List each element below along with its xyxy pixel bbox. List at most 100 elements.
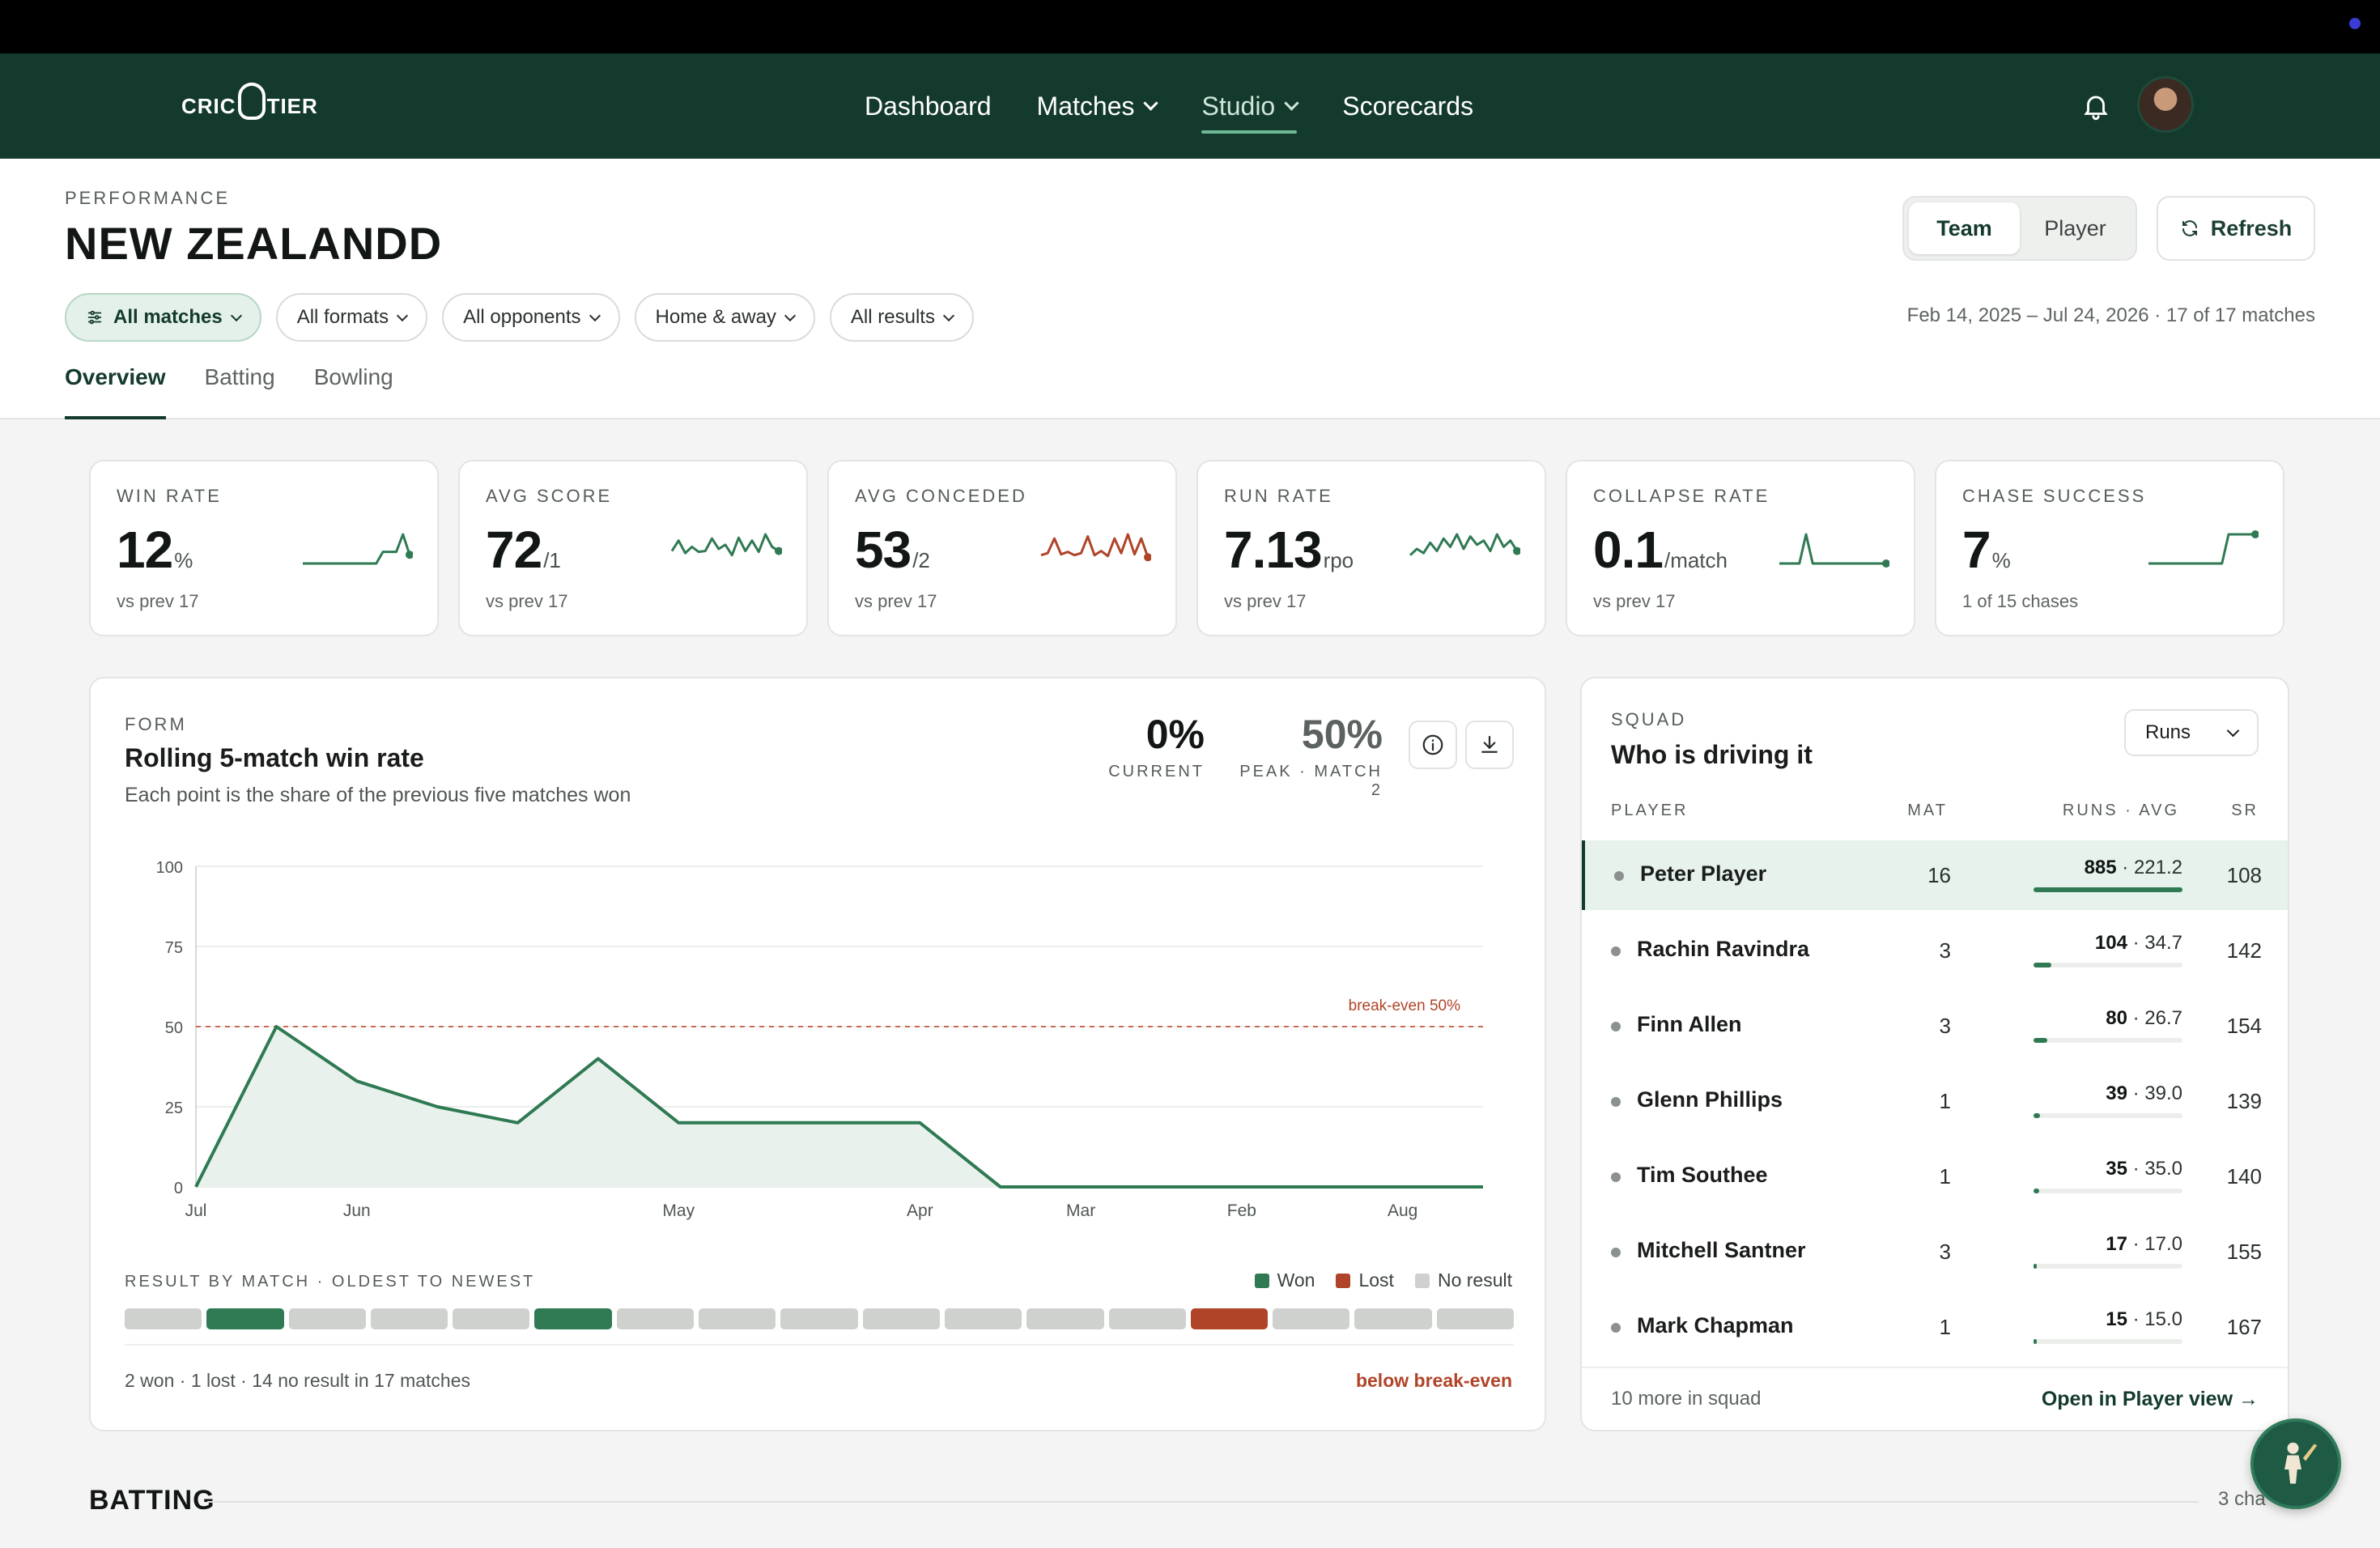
peak-value: 50% [1301,712,1383,757]
nav-dashboard[interactable]: Dashboard [865,82,992,130]
kpi-card: COLLAPSE RATE 0.1/match vs prev 17 [1566,460,1915,636]
result-no-result[interactable] [1436,1308,1515,1329]
assistant-fab[interactable] [2250,1418,2341,1509]
player-matches: 3 [1939,1014,1951,1038]
tab-bar: Overview Batting Bowling [65,361,393,419]
refresh-button[interactable]: Refresh [2157,196,2315,261]
tab-bowling[interactable]: Bowling [314,361,393,419]
col-runs-avg: RUNS · AVG [2062,802,2179,819]
row-bullet [1611,1248,1621,1257]
player-matches: 1 [1939,1164,1951,1189]
filter-opponents[interactable]: All opponents [442,293,620,342]
toggle-team[interactable]: Team [1909,202,2020,254]
kpi-sparkline [2148,530,2259,565]
player-runs: 885 [2084,857,2117,878]
filter-results[interactable]: All results [829,293,974,342]
form-description: Each point is the share of the previous … [125,784,631,806]
legend-lost: Lost [1336,1269,1394,1291]
result-no-result[interactable] [616,1308,695,1329]
result-won[interactable] [206,1308,284,1329]
sparkline-end-point [406,551,413,559]
squad-row[interactable]: Peter Player 16 885 · 221.2 108 [1582,840,2288,910]
result-no-result[interactable] [780,1308,858,1329]
user-avatar[interactable] [2137,76,2194,133]
kpi-unit: /1 [543,548,561,572]
squad-row[interactable]: Rachin Ravindra 3 104 · 34.7 142 [1582,916,2288,985]
nav-matches[interactable]: Matches [1037,82,1159,130]
player-avg: 39.0 [2144,1082,2182,1104]
player-matches: 1 [1939,1315,1951,1339]
squad-title: Who is driving it [1611,740,1813,769]
chevron-down-icon [2226,724,2240,737]
player-runs-avg: 15 · 15.0 [2106,1308,2182,1330]
row-bullet [1611,946,1621,956]
legend-won: Won [1254,1269,1315,1291]
tab-batting[interactable]: Batting [205,361,275,419]
player-matches: 1 [1939,1089,1951,1113]
result-no-result[interactable] [288,1308,366,1329]
break-even-label: break-even 50% [1349,997,1460,1014]
result-no-result[interactable] [1273,1308,1350,1329]
squad-row[interactable]: Glenn Phillips 1 39 · 39.0 139 [1582,1066,2288,1136]
bell-icon[interactable] [2080,91,2111,121]
player-strike-rate: 155 [2226,1240,2262,1264]
y-tick-label: 100 [156,859,183,877]
tab-overview[interactable]: Overview [65,361,166,419]
filter-venue[interactable]: Home & away [634,293,815,342]
runs-bar [2034,963,2182,968]
result-no-result[interactable] [862,1308,940,1329]
squad-more: 10 more in squad [1611,1388,1762,1410]
runs-bar-fill [2034,1189,2040,1193]
batting-section-title: BATTING [89,1485,215,1516]
kpi-comparison: vs prev 17 [117,591,199,611]
player-avg: 35.0 [2144,1158,2182,1180]
filter-matches[interactable]: All matches [65,293,261,342]
sparkline-path [303,533,411,565]
result-no-result[interactable] [1354,1308,1432,1329]
chevron-down-icon [1143,95,1159,111]
row-bullet [1611,1323,1621,1333]
kpi-value: 7.13rpo [1224,520,1354,580]
current-label: CURRENT [1108,763,1205,780]
result-lost[interactable] [1190,1308,1269,1329]
kpi-sparkline [303,533,413,565]
kpi-value: 0.1/match [1593,520,1728,580]
kpi-number: 7.13 [1224,521,1323,579]
kpi-unit: % [174,548,193,572]
row-bullet [1611,1022,1621,1031]
squad-row[interactable]: Finn Allen 3 80 · 26.7 154 [1582,991,2288,1061]
result-no-result[interactable] [125,1308,202,1329]
runs-bar-fill [2034,1113,2041,1118]
filter-formats[interactable]: All formats [275,293,428,342]
toggle-player[interactable]: Player [2020,202,2131,254]
squad-row[interactable]: Mark Chapman 1 15 · 15.0 167 [1582,1292,2288,1362]
legend-won-label: Won [1277,1269,1315,1291]
filter-opponents-label: All opponents [463,306,581,328]
result-won[interactable] [534,1308,612,1329]
page-header: PERFORMANCE NEW ZEALANDD Team Player Ref… [0,159,2380,419]
app-logo[interactable]: CRIC TIER [181,81,318,131]
download-button[interactable] [1465,721,1514,769]
result-no-result[interactable] [370,1308,448,1329]
result-no-result[interactable] [699,1308,776,1329]
cricketer-icon [2284,1442,2318,1484]
open-player-view-link[interactable]: Open in Player view → [2042,1388,2259,1411]
row-bullet [1611,1172,1621,1182]
chevron-down-icon [942,309,955,321]
nav-scorecards[interactable]: Scorecards [1342,82,1473,130]
kpi-label: RUN RATE [1224,486,1333,506]
kpi-number: 0.1 [1593,521,1664,579]
result-no-result[interactable] [1026,1308,1104,1329]
kpi-comparison: vs prev 17 [1593,591,1676,611]
nav-studio[interactable]: Studio [1201,82,1299,134]
legend-lost-swatch [1336,1274,1351,1288]
metric-select[interactable]: Runs [2124,709,2259,756]
squad-row[interactable]: Tim Southee 1 35 · 35.0 140 [1582,1142,2288,1211]
squad-row[interactable]: Mitchell Santner 3 17 · 17.0 155 [1582,1217,2288,1286]
runs-bar-fill [2034,1264,2037,1269]
result-no-result[interactable] [944,1308,1022,1329]
result-no-result[interactable] [1108,1308,1186,1329]
metric-select-value: Runs [2145,721,2191,743]
info-button[interactable] [1409,721,1457,769]
result-no-result[interactable] [453,1308,530,1329]
